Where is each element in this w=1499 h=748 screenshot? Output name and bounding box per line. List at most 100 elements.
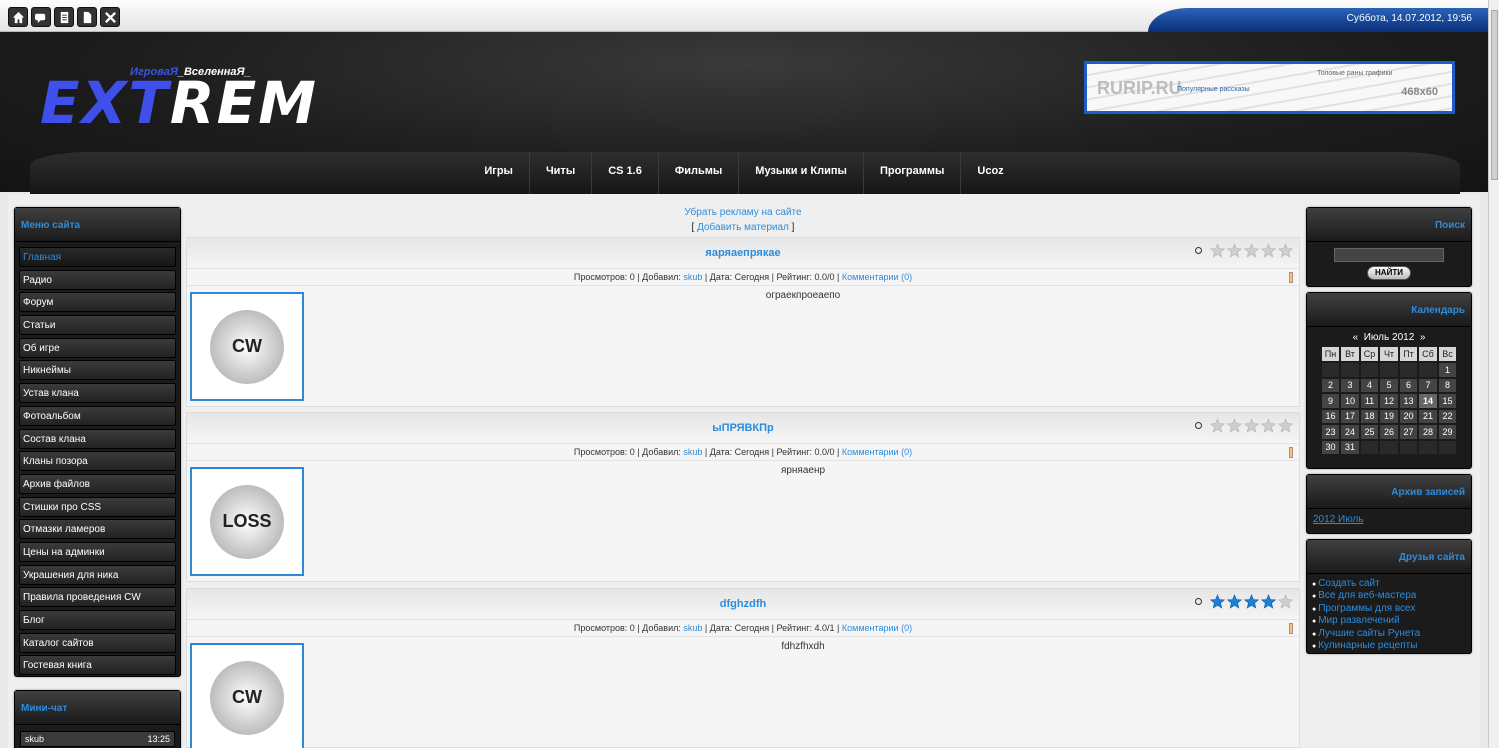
author-link[interactable]: skub — [683, 272, 702, 282]
menu-item-site-catalog[interactable]: Каталог сайтов — [19, 632, 176, 653]
menu-item-clan-roster[interactable]: Состав клана — [19, 428, 176, 449]
calendar-day[interactable]: 11 — [1360, 394, 1379, 408]
star-empty-icon[interactable] — [1278, 418, 1293, 433]
calendar-day[interactable]: 22 — [1438, 409, 1457, 423]
calendar-day[interactable]: 12 — [1380, 394, 1398, 408]
entry-thumbnail[interactable]: LOSS — [190, 467, 304, 576]
tools-icon[interactable] — [100, 7, 120, 27]
calendar-day[interactable]: 20 — [1399, 409, 1418, 423]
menu-item-home[interactable]: Главная — [19, 247, 176, 267]
home-icon[interactable] — [8, 7, 28, 27]
rating-stars[interactable] — [1195, 594, 1293, 609]
calendar-day[interactable]: 9 — [1321, 394, 1340, 408]
menu-item-radio[interactable]: Радио — [19, 269, 176, 290]
chat-user[interactable]: skub — [25, 734, 44, 744]
menu-item-guestbook[interactable]: Гостевая книга — [19, 655, 176, 676]
calendar-day[interactable]: 24 — [1341, 425, 1359, 439]
calendar-day[interactable]: 3 — [1341, 378, 1359, 392]
entry-expand-icon[interactable] — [1289, 447, 1293, 458]
menu-item-cw-rules[interactable]: Правила проведения CW — [19, 587, 176, 608]
add-material-link[interactable]: Добавить материал — [697, 222, 789, 233]
menu-item-nicknames[interactable]: Никнеймы — [19, 360, 176, 381]
star-filled-icon[interactable] — [1210, 594, 1225, 609]
star-filled-icon[interactable] — [1244, 594, 1259, 609]
calendar-prev[interactable]: « — [1353, 332, 1359, 343]
rating-reset-icon[interactable] — [1195, 598, 1202, 605]
calendar-day[interactable]: 8 — [1438, 378, 1457, 392]
comments-link[interactable]: Комментарии (0) — [842, 447, 912, 457]
menu-item-articles[interactable]: Статьи — [19, 315, 176, 336]
friend-link[interactable]: Создать сайт — [1312, 578, 1466, 590]
menu-item-blog[interactable]: Блог — [19, 610, 176, 630]
calendar-day[interactable]: 14 — [1419, 394, 1437, 408]
calendar-day[interactable]: 27 — [1399, 425, 1418, 439]
friend-link[interactable]: Все для веб-мастера — [1312, 590, 1466, 602]
entry-thumbnail[interactable]: CW — [190, 292, 304, 401]
chat-icon[interactable] — [31, 7, 51, 27]
menu-item-clan-charter[interactable]: Устав клана — [19, 383, 176, 404]
friend-link[interactable]: Программы для всех — [1312, 603, 1466, 615]
entry-thumbnail[interactable]: CW — [190, 643, 304, 748]
menu-item-photo-album[interactable]: Фотоальбом — [19, 405, 176, 426]
entry-title[interactable]: dfghzdfh — [187, 589, 1299, 610]
friend-link[interactable]: Мир развлечений — [1312, 615, 1466, 627]
calendar-day[interactable]: 25 — [1360, 425, 1379, 439]
remove-ads-link[interactable]: Убрать рекламу на сайте — [684, 207, 801, 218]
star-empty-icon[interactable] — [1244, 243, 1259, 258]
calendar-day[interactable]: 10 — [1341, 394, 1359, 408]
archive-item[interactable]: 2012 Июль — [1307, 509, 1471, 530]
calendar-day[interactable]: 2 — [1321, 378, 1340, 392]
menu-item-shame-clans[interactable]: Кланы позора — [19, 451, 176, 472]
calendar-day[interactable]: 29 — [1438, 425, 1457, 439]
entry-title[interactable]: ыПРЯВКПр — [187, 413, 1299, 434]
calendar-day[interactable]: 19 — [1380, 409, 1398, 423]
rating-reset-icon[interactable] — [1195, 422, 1202, 429]
star-filled-icon[interactable] — [1227, 594, 1242, 609]
nav-item-programs[interactable]: Программы — [864, 152, 962, 194]
document-icon[interactable] — [54, 7, 74, 27]
nav-item-ucoz[interactable]: Ucoz — [961, 152, 1019, 194]
nav-item-films[interactable]: Фильмы — [659, 152, 740, 194]
calendar-day[interactable]: 21 — [1419, 409, 1437, 423]
star-empty-icon[interactable] — [1227, 243, 1242, 258]
menu-item-css-poems[interactable]: Стишки про CSS — [19, 496, 176, 517]
calendar-day[interactable]: 26 — [1380, 425, 1398, 439]
menu-item-nick-decorations[interactable]: Украшения для ника — [19, 564, 176, 585]
menu-item-forum[interactable]: Форум — [19, 292, 176, 313]
rating-reset-icon[interactable] — [1195, 247, 1202, 254]
rating-stars[interactable] — [1195, 418, 1293, 433]
calendar-day[interactable]: 5 — [1380, 378, 1398, 392]
friend-link[interactable]: Лучшие сайты Рунета — [1312, 628, 1466, 640]
star-empty-icon[interactable] — [1278, 243, 1293, 258]
calendar-day[interactable]: 31 — [1341, 440, 1359, 454]
page-icon[interactable] — [77, 7, 97, 27]
menu-item-file-archive[interactable]: Архив файлов — [19, 473, 176, 494]
menu-item-about-game[interactable]: Об игре — [19, 337, 176, 358]
star-empty-icon[interactable] — [1210, 418, 1225, 433]
star-empty-icon[interactable] — [1244, 418, 1259, 433]
calendar-day[interactable]: 28 — [1419, 425, 1437, 439]
search-input[interactable] — [1334, 248, 1444, 262]
ad-banner[interactable]: Топовые раны графики RURIP.RU Популярные… — [1084, 61, 1455, 114]
calendar-day[interactable]: 16 — [1321, 409, 1340, 423]
rating-stars[interactable] — [1195, 243, 1293, 258]
comments-link[interactable]: Комментарии (0) — [842, 623, 912, 633]
entry-expand-icon[interactable] — [1289, 623, 1293, 634]
calendar-day[interactable]: 1 — [1438, 363, 1457, 377]
entry-expand-icon[interactable] — [1289, 272, 1293, 283]
author-link[interactable]: skub — [683, 447, 702, 457]
menu-item-admin-prices[interactable]: Цены на админки — [19, 541, 176, 562]
nav-item-games[interactable]: Игры — [468, 152, 530, 194]
calendar-day[interactable]: 6 — [1399, 378, 1418, 392]
comments-link[interactable]: Комментарии (0) — [842, 272, 912, 282]
scrollbar-thumb[interactable] — [1491, 10, 1498, 180]
friend-link[interactable]: Кулинарные рецепты — [1312, 640, 1466, 652]
vertical-scrollbar[interactable] — [1488, 0, 1499, 748]
nav-item-music[interactable]: Музыки и Клипы — [739, 152, 864, 194]
calendar-day[interactable]: 15 — [1438, 394, 1457, 408]
star-filled-icon[interactable] — [1261, 594, 1276, 609]
star-empty-icon[interactable] — [1227, 418, 1242, 433]
nav-item-cs16[interactable]: CS 1.6 — [592, 152, 659, 194]
banner-link[interactable]: Популярные рассказы — [1177, 86, 1250, 93]
search-button[interactable]: НАЙТИ — [1367, 266, 1411, 280]
